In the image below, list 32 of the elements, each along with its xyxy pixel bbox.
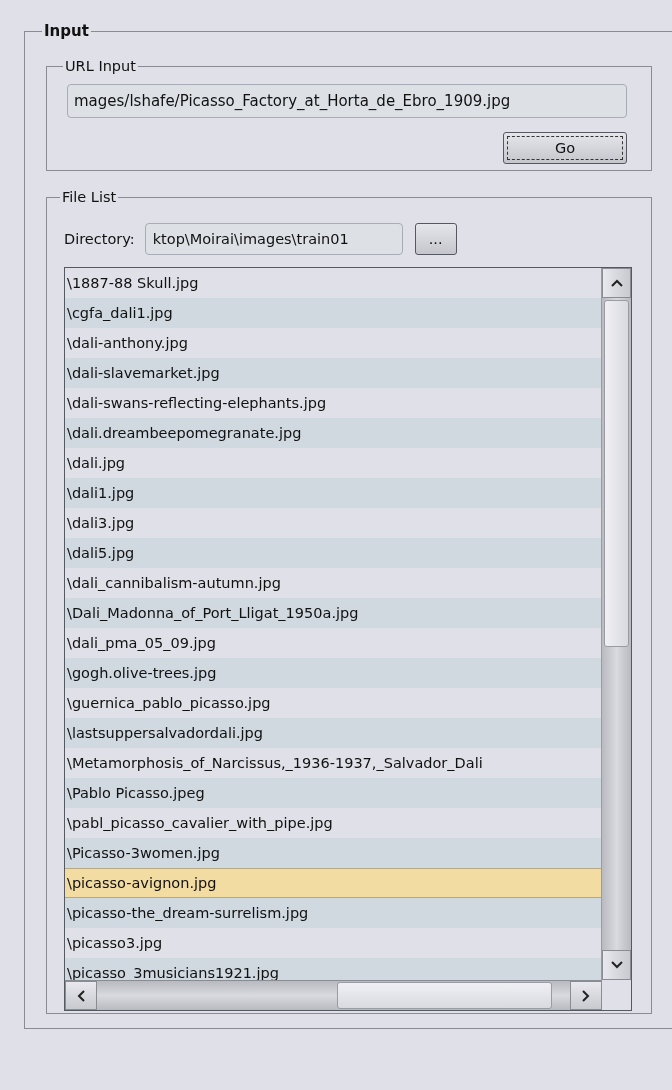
scroll-down-button[interactable]	[602, 950, 631, 980]
file-list-item[interactable]: \Picasso-3women.jpg	[65, 838, 601, 868]
scroll-up-button[interactable]	[602, 268, 631, 298]
file-list-item[interactable]: \Pablo Picasso.jpeg	[65, 778, 601, 808]
group-title: File List	[61, 189, 118, 205]
file-list-item[interactable]: \dali-slavemarket.jpg	[65, 358, 601, 388]
go-button[interactable]: Go	[503, 132, 627, 164]
file-list-item[interactable]: \picasso-avignon.jpg	[65, 868, 601, 898]
scroll-thumb[interactable]	[604, 300, 629, 647]
file-list-item[interactable]: \lastsuppersalvadordali.jpg	[65, 718, 601, 748]
browse-button[interactable]: ...	[414, 223, 457, 255]
file-list-item[interactable]: \cgfa_dali1.jpg	[65, 298, 601, 328]
chevron-right-icon	[581, 988, 591, 1003]
url-field[interactable]: mages/lshafe/Picasso_Factory_at_Horta_de_Ebro_1909.jpg	[67, 84, 627, 118]
file-list-item[interactable]: \Dali_Madonna_of_Port_Lligat_1950a.jpg	[65, 598, 601, 628]
chevron-down-icon	[609, 960, 624, 970]
scroll-left-button[interactable]	[65, 981, 97, 1010]
horizontal-scrollbar[interactable]	[65, 980, 602, 1010]
group-title: Input	[43, 22, 90, 40]
file-list-item[interactable]: \dali5.jpg	[65, 538, 601, 568]
file-list-item[interactable]: \gogh.olive-trees.jpg	[65, 658, 601, 688]
file-list-item[interactable]: \dali.dreambeepomegranate.jpg	[65, 418, 601, 448]
file-list-item[interactable]: \picasso-the_dream-surrelism.jpg	[65, 898, 601, 928]
directory-field[interactable]: ktop\Moirai\images\train01	[144, 223, 403, 255]
file-list-item[interactable]: \dali1.jpg	[65, 478, 601, 508]
chevron-up-icon	[609, 278, 624, 288]
directory-label: Directory:	[64, 231, 136, 247]
scroll-thumb[interactable]	[337, 982, 552, 1009]
group-title: URL Input	[64, 58, 137, 74]
scroll-right-button[interactable]	[570, 981, 602, 1010]
vertical-scrollbar[interactable]	[601, 268, 631, 980]
chevron-left-icon	[76, 988, 86, 1003]
